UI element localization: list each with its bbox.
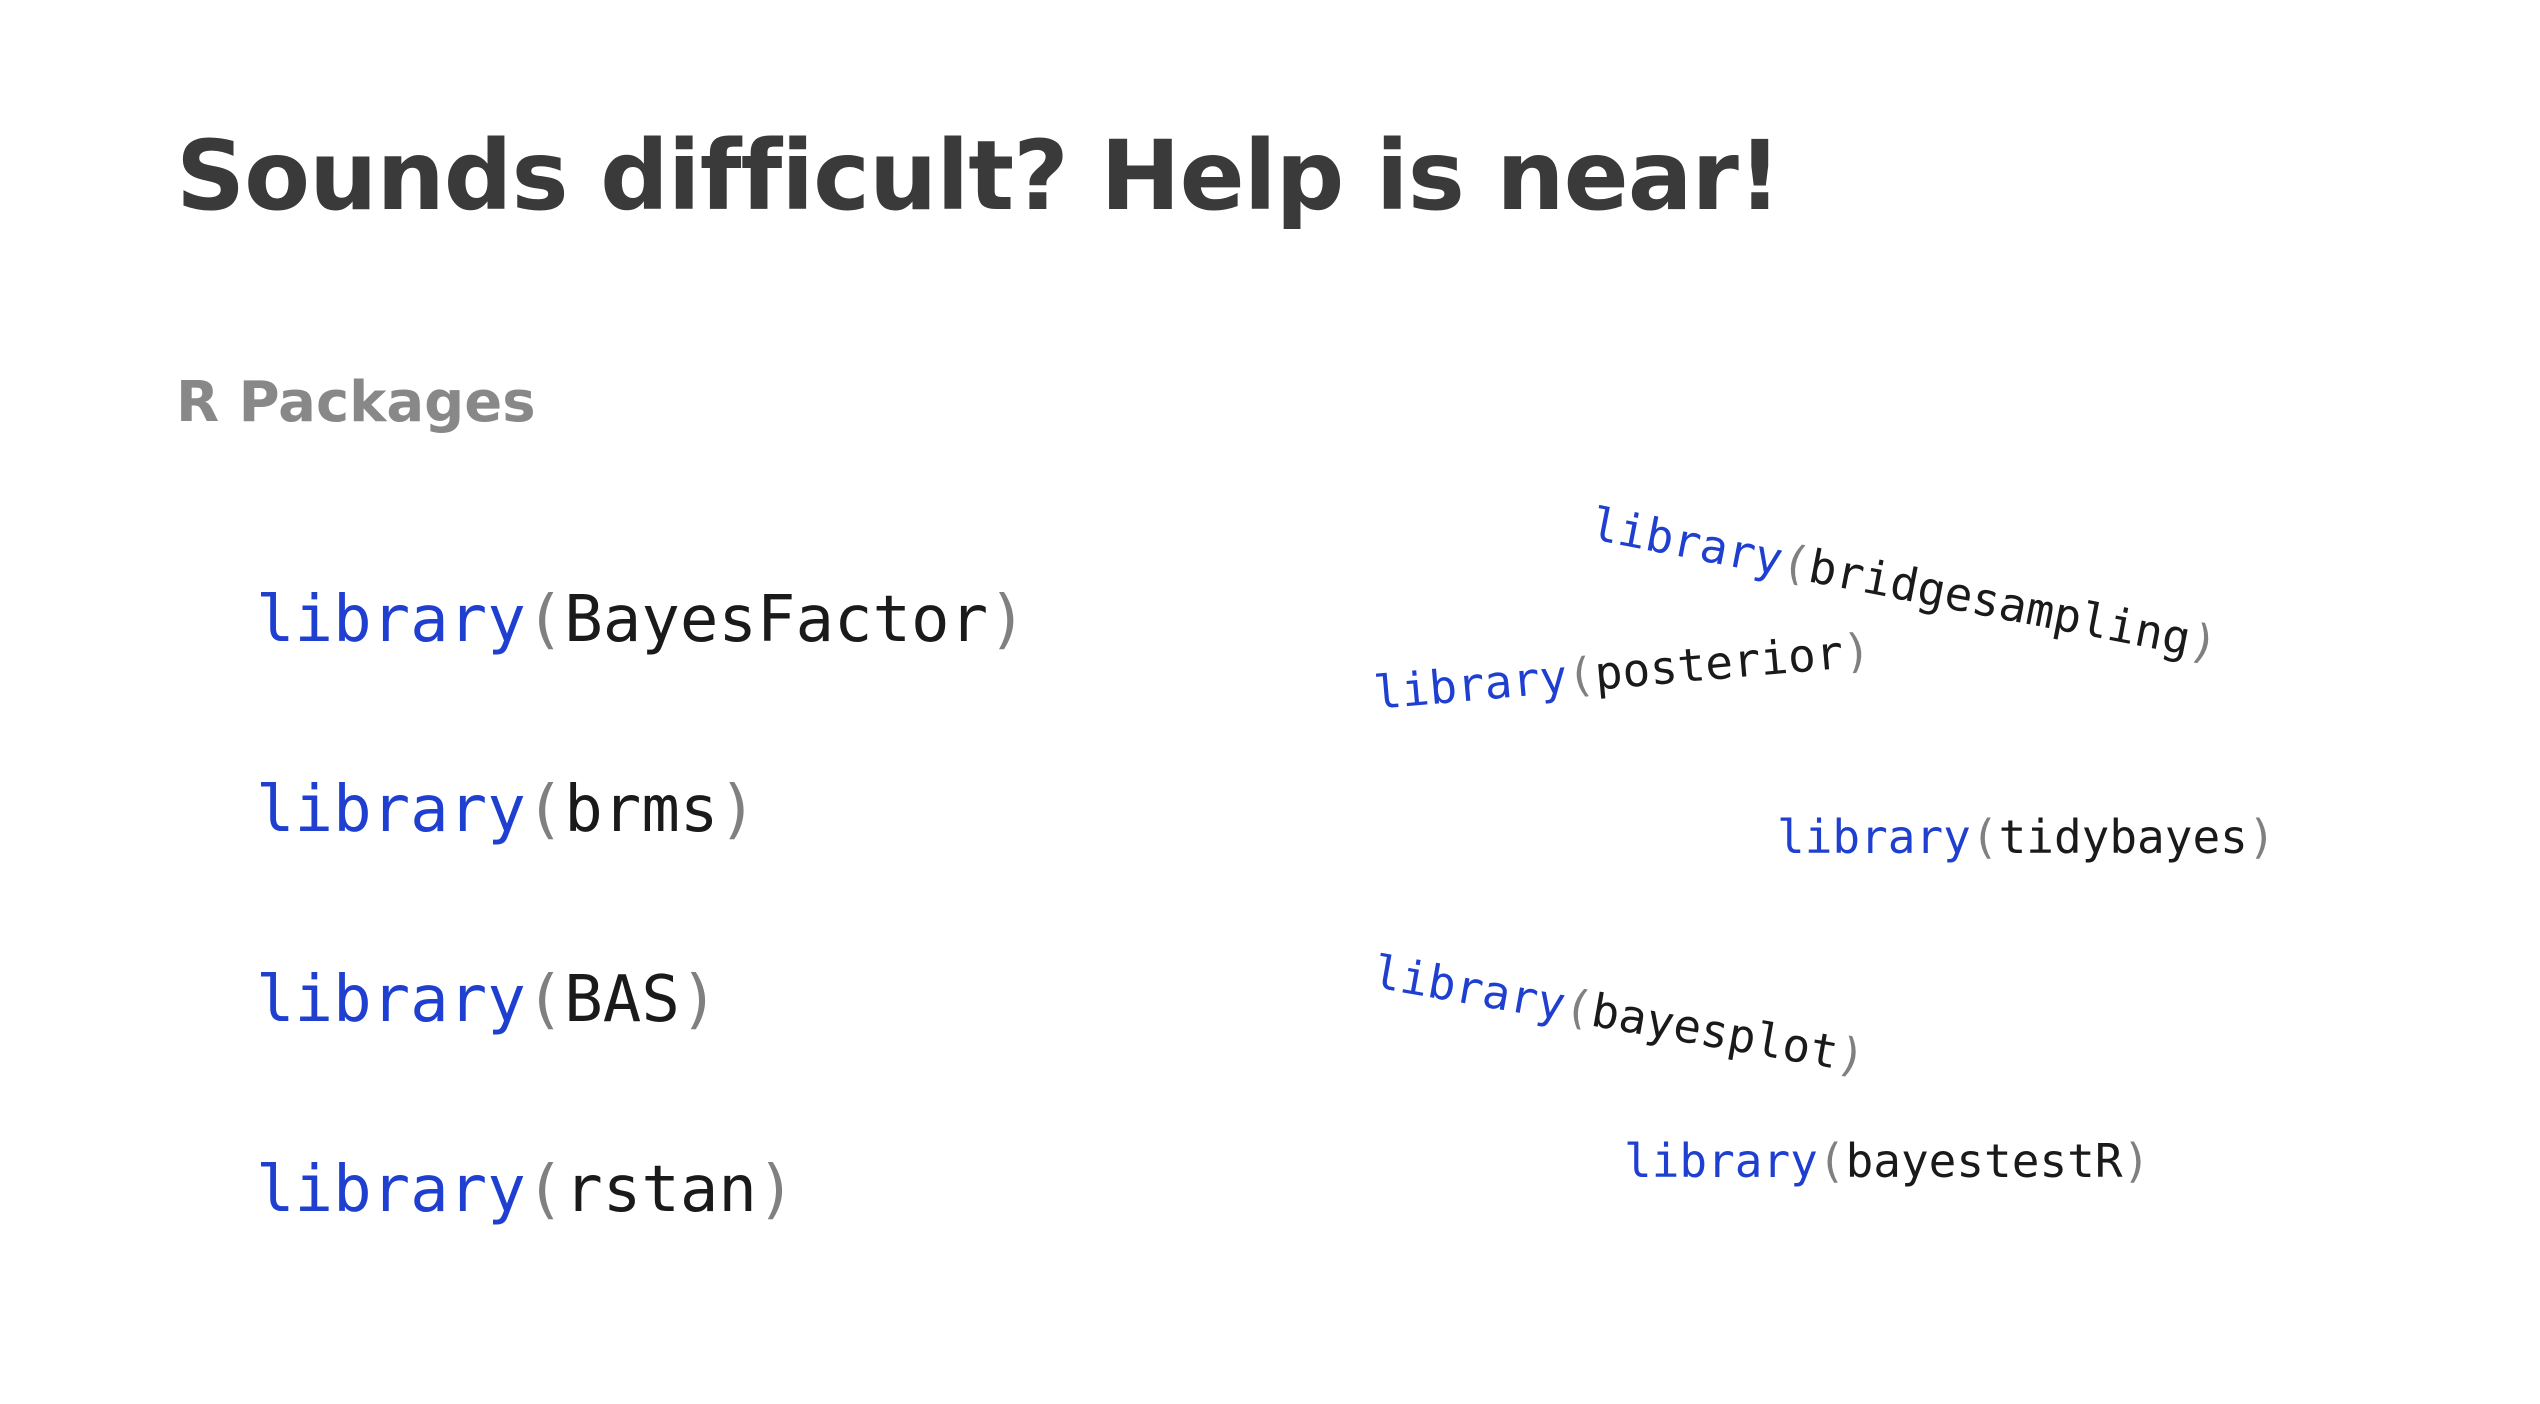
code-open-paren: (: [1970, 810, 1999, 864]
code-keyword: library: [1371, 649, 1570, 720]
code-open-paren: (: [525, 963, 565, 1037]
code-line-rstan: library(rstan): [256, 1158, 795, 1222]
code-keyword: library: [1369, 944, 1570, 1032]
code-keyword: library: [1777, 810, 1971, 864]
code-line-bayesfactor: library(BayesFactor): [256, 588, 1027, 652]
code-keyword: library: [256, 583, 526, 657]
code-close-paren: ): [1840, 622, 1873, 679]
code-line-bayesplot: library(bayesplot): [1369, 944, 1869, 1084]
code-line-brms: library(brms): [256, 778, 757, 842]
code-close-paren: ): [988, 583, 1027, 657]
package-name: BayesFactor: [564, 583, 989, 657]
code-open-paren: (: [525, 773, 565, 847]
code-keyword: library: [1586, 496, 1788, 587]
package-name: tidybayes: [1998, 810, 2248, 864]
code-line-tidybayes: library(tidybayes): [1777, 814, 2276, 860]
code-keyword: library: [256, 773, 526, 847]
code-line-bas: library(BAS): [256, 968, 718, 1032]
code-open-paren: (: [525, 1153, 565, 1227]
package-name: bayestestR: [1845, 1134, 2123, 1188]
code-open-paren: (: [1817, 1134, 1846, 1188]
code-close-paren: ): [2247, 810, 2276, 864]
slide-subtitle: R Packages: [176, 370, 536, 435]
code-close-paren: ): [756, 1153, 796, 1227]
slide: Sounds difficult? Help is near! R Packag…: [0, 0, 2540, 1404]
code-close-paren: ): [2122, 1134, 2151, 1188]
package-name: rstan: [564, 1153, 757, 1227]
code-open-paren: (: [525, 583, 565, 657]
package-name: BAS: [564, 963, 680, 1037]
package-name: posterior: [1592, 625, 1846, 701]
code-keyword: library: [256, 1153, 526, 1227]
code-close-paren: ): [679, 963, 719, 1037]
code-keyword: library: [256, 963, 526, 1037]
slide-title: Sounds difficult? Help is near!: [176, 120, 1782, 232]
code-line-posterior: library(posterior): [1372, 623, 1873, 720]
package-name: bayesplot: [1587, 982, 1843, 1080]
code-line-bayestestr: library(bayestestR): [1624, 1138, 2150, 1184]
code-close-paren: ): [718, 773, 757, 847]
package-name: brms: [564, 773, 719, 847]
code-keyword: library: [1624, 1134, 1818, 1188]
